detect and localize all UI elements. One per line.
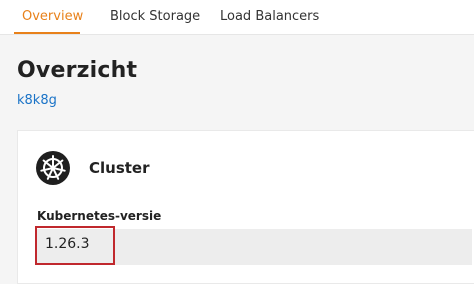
kubernetes-version-label: Kubernetes-versie (37, 209, 162, 223)
highlight-annotation (35, 226, 115, 265)
tab-overview[interactable]: Overview (22, 0, 83, 34)
active-tab-indicator (14, 32, 80, 34)
kubernetes-helm-icon (36, 151, 70, 185)
tab-load-balancers[interactable]: Load Balancers (220, 0, 319, 34)
tab-bar: Overview Block Storage Load Balancers (0, 0, 474, 35)
project-link[interactable]: k8k8g (17, 93, 57, 108)
cluster-title: Cluster (89, 159, 150, 177)
tab-block-storage[interactable]: Block Storage (110, 0, 200, 34)
page-title: Overzicht (17, 58, 138, 83)
